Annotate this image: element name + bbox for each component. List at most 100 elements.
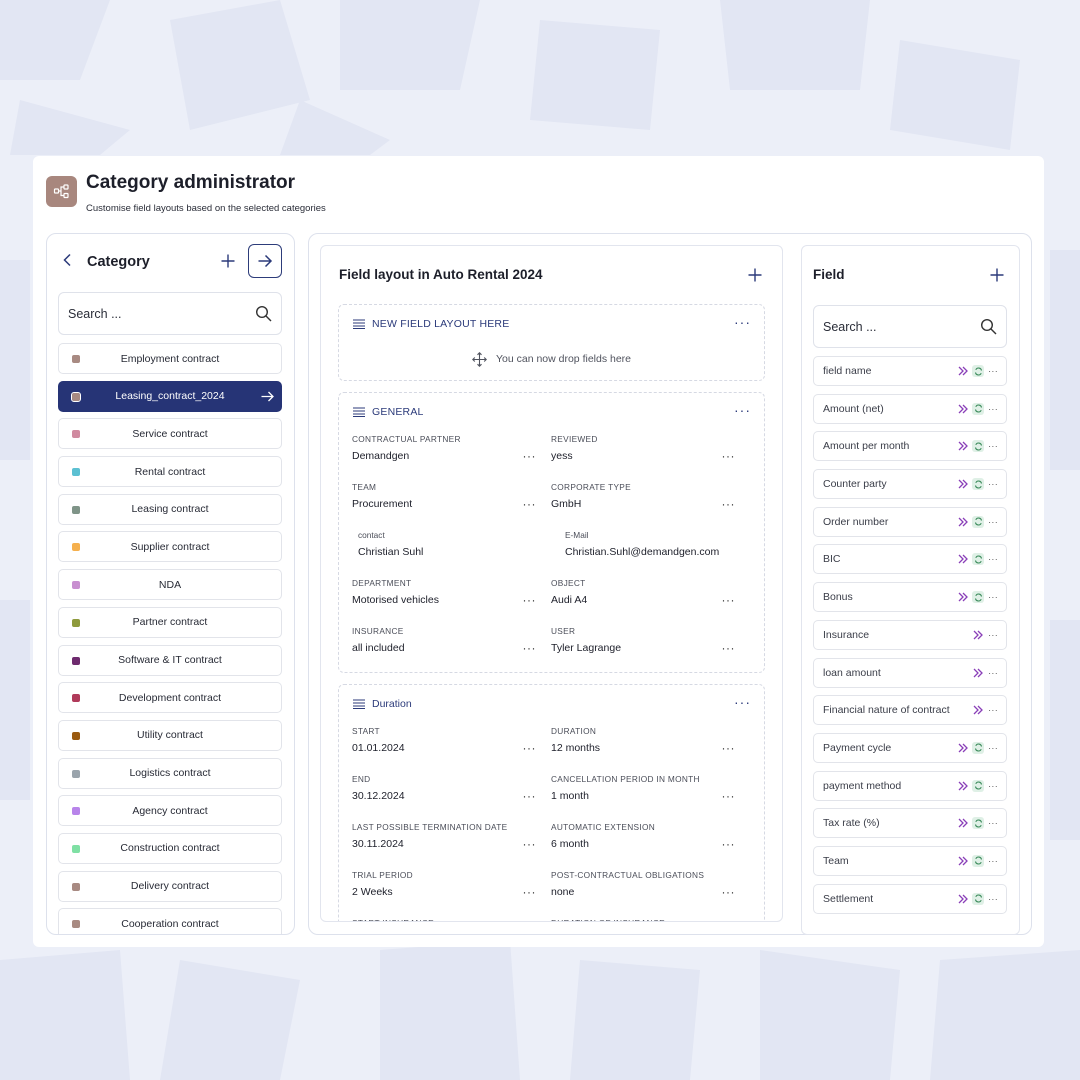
layout-field[interactable]: CONTRACTUAL PARTNER Demandgen ··· — [352, 434, 548, 463]
field-more-icon[interactable]: ··· — [523, 789, 537, 803]
field-more-icon[interactable]: ··· — [722, 593, 736, 607]
category-item[interactable]: Rental contract — [58, 456, 282, 488]
layout-field[interactable]: POST-CONTRACTUAL OBLIGATIONS none ··· — [551, 870, 747, 899]
layout-field[interactable]: CORPORATE TYPE GmbH ··· — [551, 482, 747, 511]
layout-field[interactable]: AUTOMATIC EXTENSION 6 month ··· — [551, 822, 747, 851]
more-icon[interactable]: ··· — [988, 592, 998, 602]
field-more-icon[interactable]: ··· — [722, 789, 736, 803]
field-item[interactable]: Financial nature of contract ··· — [813, 695, 1007, 726]
layout-field[interactable]: DURATION 12 months ··· — [551, 726, 747, 755]
category-item[interactable]: Cooperation contract — [58, 908, 282, 934]
field-item[interactable]: Bonus ··· — [813, 582, 1007, 613]
more-icon[interactable]: ··· — [988, 554, 998, 564]
field-item[interactable]: Order number ··· — [813, 506, 1007, 537]
category-item[interactable]: Agency contract — [58, 795, 282, 827]
field-item[interactable]: Insurance ··· — [813, 619, 1007, 650]
field-item[interactable]: Amount (net) ··· — [813, 393, 1007, 424]
category-item[interactable]: Supplier contract — [58, 531, 282, 563]
section-more-icon[interactable]: ··· — [734, 403, 751, 417]
add-layout-button[interactable] — [746, 266, 764, 284]
field-more-icon[interactable]: ··· — [722, 837, 736, 851]
field-more-icon[interactable]: ··· — [722, 497, 736, 511]
field-more-icon[interactable]: ··· — [523, 641, 537, 655]
field-more-icon[interactable]: ··· — [722, 885, 736, 899]
field-item[interactable]: Amount per month ··· — [813, 431, 1007, 462]
drag-lines-icon[interactable] — [353, 319, 365, 329]
layout-field[interactable]: DEPARTMENT Motorised vehicles ··· — [352, 578, 548, 607]
layout-field[interactable]: START 01.01.2024 ··· — [352, 726, 548, 755]
more-icon[interactable]: ··· — [988, 743, 998, 753]
more-icon[interactable]: ··· — [988, 404, 998, 414]
more-icon[interactable]: ··· — [988, 705, 998, 715]
layout-field[interactable]: OBJECT Audi A4 ··· — [551, 578, 747, 607]
field-more-icon[interactable]: ··· — [722, 641, 736, 655]
layout-field[interactable]: INSURANCE all included ··· — [352, 626, 548, 655]
more-icon[interactable]: ··· — [988, 668, 998, 678]
layout-field[interactable]: contact Christian Suhl — [358, 530, 554, 558]
more-icon[interactable]: ··· — [988, 517, 998, 527]
category-item[interactable]: Leasing contract — [58, 493, 282, 525]
more-icon[interactable]: ··· — [988, 630, 998, 640]
new-layout-section[interactable]: NEW FIELD LAYOUT HERE ··· You can now dr… — [338, 304, 765, 381]
field-item[interactable]: BIC ··· — [813, 544, 1007, 575]
search-icon[interactable] — [254, 305, 272, 323]
drag-lines-icon[interactable] — [353, 699, 365, 709]
more-icon[interactable]: ··· — [988, 781, 998, 791]
layout-field[interactable]: END 30.12.2024 ··· — [352, 774, 548, 803]
more-icon[interactable]: ··· — [988, 856, 998, 866]
section-more-icon[interactable]: ··· — [734, 315, 751, 329]
layout-field[interactable]: TRIAL PERIOD 2 Weeks ··· — [352, 870, 548, 899]
arrow-right-icon[interactable] — [259, 389, 275, 405]
field-item[interactable]: Team ··· — [813, 845, 1007, 876]
more-icon[interactable]: ··· — [988, 479, 998, 489]
search-icon[interactable] — [979, 318, 997, 336]
field-more-icon[interactable]: ··· — [523, 497, 537, 511]
field-more-icon[interactable]: ··· — [523, 449, 537, 463]
field-item[interactable]: Counter party ··· — [813, 469, 1007, 500]
category-item[interactable]: Development contract — [58, 682, 282, 714]
more-icon[interactable]: ··· — [988, 894, 998, 904]
category-item[interactable]: Leasing_contract_2024 — [58, 380, 282, 412]
layout-field[interactable]: LAST POSSIBLE TERMINATION DATE 30.11.2024… — [352, 822, 548, 851]
more-icon[interactable]: ··· — [988, 818, 998, 828]
layout-field[interactable]: E-Mail Christian.Suhl@demandgen.com — [565, 530, 761, 558]
category-item[interactable]: Partner contract — [58, 606, 282, 638]
forward-button[interactable] — [248, 244, 282, 278]
category-item[interactable]: NDA — [58, 569, 282, 601]
field-more-icon[interactable]: ··· — [523, 741, 537, 755]
field-item[interactable]: loan amount ··· — [813, 657, 1007, 688]
category-search-box[interactable] — [58, 292, 282, 335]
field-more-icon[interactable]: ··· — [523, 885, 537, 899]
layout-field[interactable]: USER Tyler Lagrange ··· — [551, 626, 747, 655]
field-item[interactable]: payment method ··· — [813, 770, 1007, 801]
layout-field[interactable]: TEAM Procurement ··· — [352, 482, 548, 511]
field-search-input[interactable] — [823, 319, 979, 334]
field-search-box[interactable] — [813, 305, 1007, 348]
layout-field[interactable]: REVIEWED yess ··· — [551, 434, 747, 463]
back-button[interactable] — [59, 251, 77, 269]
add-category-button[interactable] — [219, 252, 237, 270]
section-more-icon[interactable]: ··· — [734, 695, 751, 709]
add-field-button[interactable] — [988, 266, 1006, 284]
category-item[interactable]: Software & IT contract — [58, 644, 282, 676]
drag-lines-icon[interactable] — [353, 407, 365, 417]
layout-field[interactable]: DURATION OF INSURANCE··· — [551, 918, 747, 921]
category-search-input[interactable] — [68, 306, 254, 321]
field-more-icon[interactable]: ··· — [722, 741, 736, 755]
category-item[interactable]: Construction contract — [58, 832, 282, 864]
layout-field[interactable]: CANCELLATION PERIOD IN MONTH 1 month ··· — [551, 774, 747, 803]
field-more-icon[interactable]: ··· — [523, 593, 537, 607]
field-more-icon[interactable]: ··· — [722, 449, 736, 463]
more-icon[interactable]: ··· — [988, 441, 998, 451]
category-item[interactable]: Utility contract — [58, 719, 282, 751]
category-item[interactable]: Delivery contract — [58, 870, 282, 902]
field-item[interactable]: Payment cycle ··· — [813, 732, 1007, 763]
layout-field[interactable]: START INSURANCE··· — [352, 918, 548, 921]
field-item[interactable]: field name ··· — [813, 356, 1007, 386]
field-item[interactable]: Settlement ··· — [813, 883, 1007, 914]
field-item[interactable]: Tax rate (%) ··· — [813, 808, 1007, 839]
category-item[interactable]: Service contract — [58, 418, 282, 450]
more-icon[interactable]: ··· — [988, 366, 998, 376]
field-more-icon[interactable]: ··· — [523, 837, 537, 851]
category-item[interactable]: Employment contract — [58, 343, 282, 374]
